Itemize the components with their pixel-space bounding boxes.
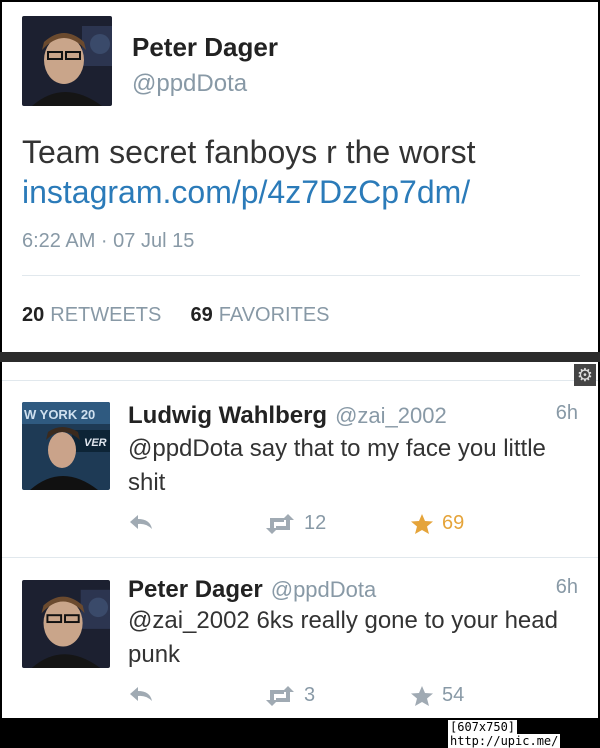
avatar[interactable] (22, 16, 112, 106)
favorites-label: FAVORITES (218, 304, 330, 326)
retweets-count: 20 (22, 304, 45, 326)
reply-button[interactable] (128, 684, 162, 704)
reply-author-handle: @ppdDota (270, 577, 377, 602)
reply-text: @zai_2002 6ks really gone to your head p… (128, 607, 558, 668)
retweet-button[interactable]: 12 (264, 512, 326, 535)
avatar-sub-text: VER (84, 437, 107, 449)
reply-time: 6h (555, 402, 578, 424)
main-tweet-card: Peter Dager @ppdDota Team secret fanboys… (2, 2, 598, 352)
retweet-count: 12 (304, 512, 327, 534)
gear-icon[interactable]: ⚙ (574, 364, 596, 386)
watermark-size: [607x750] (448, 720, 518, 734)
favorite-button[interactable]: 69 (410, 512, 464, 535)
favorites-count: 69 (190, 304, 213, 326)
favorites-stat[interactable]: 69 FAVORITES (191, 304, 330, 326)
list-item[interactable]: Peter Dager @ppdDota 6h @zai_2002 6ks rea… (2, 558, 598, 718)
reply-author-handle: @zai_2002 (335, 403, 447, 428)
reply-icon (130, 515, 152, 529)
retweet-icon (266, 513, 294, 534)
list-item[interactable]: W YORK 20 VER Ludwig Wahlberg @zai_2002 6… (2, 382, 598, 557)
reply-author[interactable]: Ludwig Wahlberg @zai_2002 (128, 402, 447, 430)
star-icon (411, 685, 433, 706)
tweet-body: Team secret fanboys r the worst instagra… (22, 132, 476, 212)
avatar-image: W YORK 20 VER (22, 402, 110, 490)
retweets-stat[interactable]: 20 RETWEETS (22, 304, 161, 326)
tweet-text: Team secret fanboys r the worst (22, 134, 476, 170)
reply-author-name: Peter Dager (128, 576, 263, 603)
divider (22, 275, 580, 276)
section-divider (0, 352, 600, 362)
tweet-stats: 20 RETWEETS 69 FAVORITES (22, 304, 330, 327)
avatar[interactable]: W YORK 20 VER (22, 402, 110, 490)
reply-author-name: Ludwig Wahlberg (128, 402, 328, 429)
retweets-label: RETWEETS (50, 304, 162, 326)
tweet-link[interactable]: instagram.com/p/4z7DzCp7dm/ (22, 172, 476, 212)
favorite-count: 54 (442, 684, 465, 706)
retweet-count: 3 (304, 684, 316, 706)
avatar-image (22, 580, 110, 668)
star-icon (411, 513, 433, 534)
tweet-timestamp: 6:22 AM · 07 Jul 15 (22, 230, 195, 252)
reply-actions: 12 69 (128, 512, 528, 542)
reply-author[interactable]: Peter Dager @ppdDota (128, 576, 376, 604)
image-host-watermark: [607x750] http://upic.me/ (448, 720, 600, 748)
reply-text: @ppdDota say that to my face you little … (128, 435, 546, 496)
replies-list: W YORK 20 VER Ludwig Wahlberg @zai_2002 6… (2, 362, 598, 718)
avatar-image (22, 16, 112, 106)
reply-actions: 3 54 (128, 684, 528, 714)
retweet-icon (266, 685, 294, 706)
reply-time: 6h (555, 576, 578, 598)
watermark-site: http://upic.me/ (448, 734, 561, 748)
divider (2, 380, 598, 381)
favorite-button[interactable]: 54 (410, 684, 464, 707)
avatar[interactable] (22, 580, 110, 668)
author-name[interactable]: Peter Dager (132, 32, 278, 63)
author-handle[interactable]: @ppdDota (132, 70, 247, 98)
reply-button[interactable] (128, 512, 162, 532)
favorite-count: 69 (442, 512, 465, 534)
retweet-button[interactable]: 3 (264, 684, 315, 707)
avatar-banner-text: W YORK 20 (24, 407, 95, 422)
reply-icon (130, 687, 152, 701)
